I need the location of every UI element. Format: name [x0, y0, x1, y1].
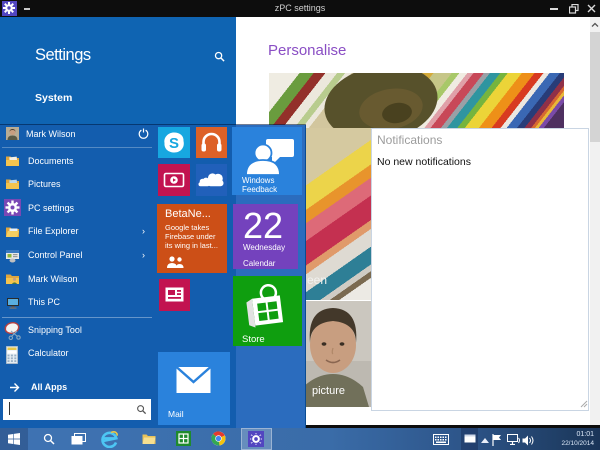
svg-text:S: S [169, 135, 179, 152]
svg-text:picture: picture [312, 385, 345, 397]
